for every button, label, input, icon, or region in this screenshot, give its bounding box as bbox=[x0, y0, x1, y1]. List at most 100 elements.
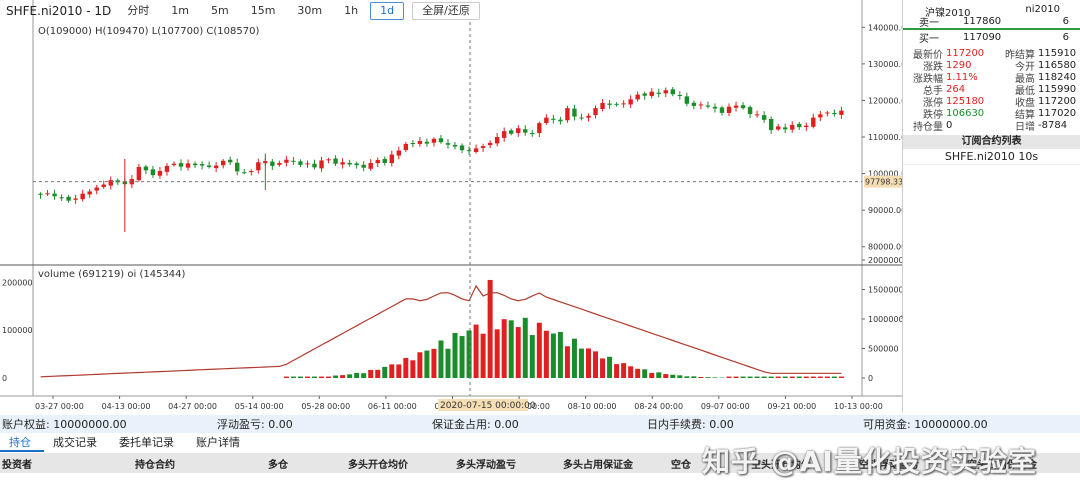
volume-bar bbox=[684, 376, 690, 378]
date-tick-label: 04-27 00:00 bbox=[168, 402, 217, 411]
interval-1d-button[interactable]: 1d bbox=[370, 2, 405, 20]
volume-bar bbox=[466, 330, 472, 378]
tab-orders[interactable]: 委托单记录 bbox=[110, 434, 187, 452]
candle bbox=[249, 171, 254, 173]
candle bbox=[220, 160, 226, 166]
bid-row: 买一 117090 6 bbox=[903, 31, 1080, 45]
candle bbox=[691, 102, 697, 106]
volume-bar bbox=[304, 376, 310, 378]
bid-price: 117090 bbox=[963, 32, 1002, 43]
date-tick-label: 08-10 00:00 bbox=[568, 402, 617, 411]
volume-bar bbox=[600, 358, 606, 378]
candle bbox=[396, 150, 402, 156]
stat-value: 1290 bbox=[946, 59, 972, 71]
stat-value: 117200 bbox=[946, 47, 985, 59]
candle bbox=[523, 129, 528, 133]
watermark-text: 知乎 @AI量化投资实验室 bbox=[702, 445, 1037, 478]
candle bbox=[368, 162, 373, 169]
instrument-code: ni2010 bbox=[1025, 4, 1060, 15]
volume-bar bbox=[726, 376, 732, 378]
col-contract[interactable]: 持仓合约 bbox=[135, 456, 175, 471]
volume-bar bbox=[564, 346, 570, 378]
date-tick-label: 09-21 00:00 bbox=[767, 402, 816, 411]
oi-tick-label: 500000 bbox=[868, 345, 899, 354]
stat-value: 106630 bbox=[946, 107, 985, 119]
stat-value: 115910 bbox=[1038, 47, 1077, 59]
volume-bar bbox=[831, 376, 837, 378]
volume-bar bbox=[768, 376, 774, 378]
volume-bar bbox=[649, 372, 655, 378]
candle bbox=[509, 130, 514, 134]
available-funds: 可用资金: 10000000.00 bbox=[863, 418, 988, 431]
chart-area[interactable]: 140000.00 130000.00 120000.00 110000.00 1000… bbox=[0, 0, 911, 412]
volume-bar bbox=[838, 376, 844, 378]
col-long-avg-price[interactable]: 多头开仓均价 bbox=[348, 456, 408, 471]
col-short-position[interactable]: 空仓 bbox=[671, 456, 691, 471]
interval-1m-button[interactable]: 1m bbox=[161, 2, 199, 20]
volume-bar bbox=[290, 376, 296, 378]
candle bbox=[600, 103, 605, 109]
tab-trades[interactable]: 成交记录 bbox=[44, 434, 110, 452]
subscription-item[interactable]: SHFE.ni2010 10s bbox=[903, 149, 1080, 165]
tab-positions[interactable]: 持仓 bbox=[0, 434, 44, 452]
candle bbox=[45, 193, 50, 195]
volume-bar bbox=[789, 376, 795, 378]
volume-bar bbox=[754, 376, 760, 378]
candle bbox=[487, 142, 493, 146]
candle bbox=[818, 114, 823, 118]
candle bbox=[642, 93, 647, 96]
tab-account-detail[interactable]: 账户详情 bbox=[187, 434, 253, 452]
volume-bar bbox=[389, 364, 395, 378]
candle bbox=[52, 193, 57, 197]
candle bbox=[466, 150, 472, 152]
interval-5m-button[interactable]: 5m bbox=[201, 2, 239, 20]
kline-chart[interactable]: 140000.00 130000.00 120000.00 110000.00 1000… bbox=[0, 0, 911, 412]
candle bbox=[87, 191, 92, 195]
account-summary-bar: 账户权益: 10000000.00 浮动盈亏: 0.00 保证金占用: 0.00… bbox=[0, 415, 1080, 433]
col-long-float-pnl[interactable]: 多头浮动盈亏 bbox=[456, 456, 516, 471]
chevron-right-icon[interactable]: › bbox=[900, 312, 904, 323]
candle bbox=[663, 90, 668, 94]
volume-bar bbox=[817, 376, 823, 378]
bid-label: 买一 bbox=[919, 34, 939, 45]
col-long-position[interactable]: 多仓 bbox=[268, 456, 288, 471]
candle bbox=[804, 125, 809, 128]
account-equity: 账户权益: 10000000.00 bbox=[2, 418, 127, 431]
floating-pnl: 浮动盈亏: 0.00 bbox=[217, 418, 293, 431]
candle bbox=[452, 144, 458, 147]
volume-bar bbox=[621, 363, 627, 378]
candle bbox=[754, 114, 760, 116]
candle bbox=[761, 115, 767, 120]
volume-bar bbox=[283, 376, 289, 378]
candle bbox=[832, 113, 837, 115]
fullscreen-button[interactable]: 全屏/还原 bbox=[412, 2, 480, 20]
price-tick-label: 80000.00 bbox=[868, 243, 902, 252]
stat-label: 日增 bbox=[1015, 121, 1035, 133]
interval-tick-button[interactable]: 分时 bbox=[117, 2, 159, 20]
stat-value: 125180 bbox=[946, 95, 985, 107]
volume-bar bbox=[473, 324, 479, 378]
candle bbox=[628, 99, 633, 105]
volume-tick-label: 0 bbox=[2, 374, 7, 383]
volume-bar bbox=[487, 279, 493, 378]
volume-bar bbox=[382, 366, 388, 378]
date-tick-label: 06-11 00:00 bbox=[368, 402, 417, 411]
stat-value: 115990 bbox=[1038, 83, 1077, 95]
candle bbox=[143, 166, 149, 171]
col-investor[interactable]: 投资者 bbox=[2, 456, 32, 471]
volume-bar bbox=[677, 375, 683, 378]
candle bbox=[403, 143, 409, 151]
interval-1h-button[interactable]: 1h bbox=[334, 2, 368, 20]
price-pane bbox=[38, 86, 844, 233]
stat-row: 持仓量 0 日增 -8784 bbox=[903, 119, 1080, 133]
interval-15m-button[interactable]: 15m bbox=[241, 2, 286, 20]
volume-bar bbox=[733, 376, 739, 378]
col-long-margin[interactable]: 多头占用保证金 bbox=[563, 456, 633, 471]
candle bbox=[621, 103, 626, 105]
ohlc-label: O(109000) H(109470) L(107700) C(108570) bbox=[38, 26, 259, 37]
stat-value: 0 bbox=[946, 119, 953, 131]
candle bbox=[740, 105, 746, 109]
candle bbox=[726, 106, 732, 113]
interval-30m-button[interactable]: 30m bbox=[287, 2, 332, 20]
volume-bar bbox=[340, 375, 346, 378]
